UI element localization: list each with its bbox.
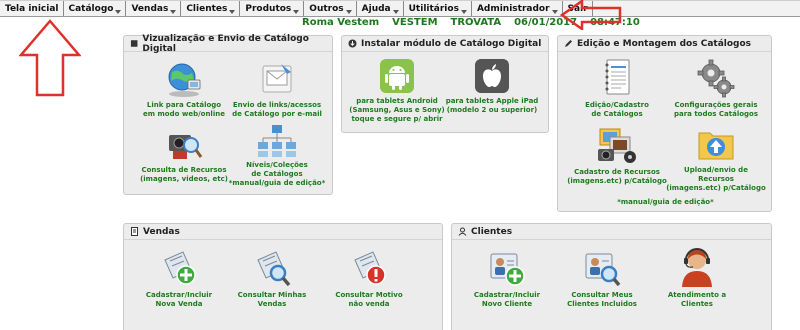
menu-label: Outros (309, 3, 344, 14)
menu-label: Clientes (186, 3, 228, 14)
tile-upload-recursos[interactable]: Upload/envio de Recursos (imagens.etc) p… (661, 125, 771, 193)
tile-motivo-nao-venda[interactable]: Consultar Motivo não venda (314, 248, 424, 309)
menu-tela-inicial[interactable]: Tela inicial (0, 1, 64, 16)
globe-link-icon (168, 63, 201, 97)
top-menu-bar: Tela inicial Catálogo Vendas Clientes Pr… (0, 0, 800, 17)
chevron-down-icon (229, 9, 236, 14)
tile-novo-cliente[interactable]: Cadastrar/Incluir Novo Cliente (452, 248, 562, 309)
panel-header: Vizualização e Envio de Catálogo Digital (124, 33, 332, 54)
panel-title: Instalar módulo de Catálogo Digital (361, 38, 542, 49)
menu-clientes[interactable]: Clientes (181, 1, 241, 16)
tile-label: Consultar Meus Clientes Incluidos (567, 291, 637, 308)
notebook-icon (605, 59, 630, 95)
menu-filler (593, 1, 800, 16)
tile-meus-clientes[interactable]: Consultar Meus Clientes Incluidos (547, 248, 657, 309)
upload-folder-icon (698, 132, 734, 160)
pencil-icon (565, 40, 572, 47)
no-sale-icon (354, 251, 386, 285)
menu-vendas[interactable]: Vendas (126, 1, 182, 16)
chevron-down-icon (170, 9, 177, 14)
media-resources-icon (598, 128, 636, 163)
menu-label: Tela inicial (5, 3, 59, 14)
tile-label: Configurações gerais para todos Catálogo… (673, 101, 759, 118)
support-agent-icon (682, 248, 712, 287)
panel-sales: Vendas Cadastrar/Incluir Nova Venda Cons… (123, 223, 443, 330)
menu-ajuda[interactable]: Ajuda (357, 1, 404, 16)
menu-produtos[interactable]: Produtos (240, 1, 305, 16)
tile-configuracoes-gerais[interactable]: Configurações gerais para todos Catálogo… (661, 58, 771, 119)
panel-catalog-edit: Edição e Montagem dos Catálogos Edição/C… (557, 35, 772, 212)
tile-cadastro-recursos[interactable]: Cadastro de Recursos (imagens.etc) p/Cat… (562, 125, 672, 186)
chevron-down-icon (345, 9, 352, 14)
tile-label: Consultar Minhas Vendas (237, 291, 307, 308)
chevron-down-icon (293, 9, 300, 14)
user-icon (458, 227, 467, 236)
tile-label: para tablets Android (Samsung, Asus e So… (349, 97, 445, 123)
download-circle-icon (348, 39, 357, 48)
tile-label: Níveis/Coleções de Catálogos *manual/gui… (228, 161, 326, 187)
document-icon (131, 227, 138, 236)
menu-utilitarios[interactable]: Utilitários (404, 1, 472, 16)
panel-header: Clientes (452, 224, 771, 240)
chevron-down-icon (392, 9, 399, 14)
search-client-icon (585, 253, 621, 287)
panel-header: Edição e Montagem dos Catálogos (558, 36, 771, 52)
chevron-down-icon (551, 9, 558, 14)
tile-minhas-vendas[interactable]: Consultar Minhas Vendas (217, 248, 327, 309)
tile-edicao-cadastro[interactable]: Edição/Cadastro de Catálogos (562, 58, 672, 119)
user-name: TROVATA (450, 17, 502, 28)
tile-label: Consultar Motivo não venda (335, 291, 403, 308)
menu-label: Produtos (245, 3, 292, 14)
menu-outros[interactable]: Outros (304, 1, 357, 16)
menu-label: Ajuda (361, 3, 391, 14)
company-code: VESTEM (392, 17, 438, 28)
red-arrow-up-icon (19, 19, 81, 97)
panel-header: Vendas (124, 224, 442, 240)
tile-envio-email[interactable]: Envio de links/acessos de Catálogo por e… (222, 60, 332, 119)
tile-android[interactable]: para tablets Android (Samsung, Asus e So… (342, 58, 452, 124)
search-sale-icon (257, 251, 291, 287)
tile-label: Upload/envio de Recursos (imagens.etc) p… (666, 166, 766, 192)
panel-title: Vizualização e Envio de Catálogo Digital (142, 33, 309, 54)
tile-label: Cadastrar/Incluir Novo Cliente (473, 291, 541, 308)
panel-title: Vendas (143, 226, 180, 237)
panel-header: Instalar módulo de Catálogo Digital (342, 36, 548, 52)
email-envelope-icon (262, 64, 292, 93)
add-sale-icon (164, 251, 196, 285)
tile-atendimento-clientes[interactable]: Atendimento a Clientes (642, 246, 752, 309)
red-arrow-left-icon (560, 0, 622, 30)
menu-label: Vendas (131, 3, 169, 14)
menu-label: Catálogo (68, 3, 114, 14)
panel-title: Clientes (471, 226, 513, 237)
tile-apple[interactable]: para tablets Apple iPad (modelo 2 ou sup… (437, 58, 547, 115)
menu-label: Administrador (476, 3, 550, 14)
panel-install-module: Instalar módulo de Catálogo Digital para… (341, 35, 549, 133)
tile-label: Atendimento a Clientes (667, 291, 727, 308)
apple-icon (475, 59, 509, 93)
menu-administrador[interactable]: Administrador (472, 1, 563, 16)
add-client-icon (490, 253, 525, 286)
chevron-down-icon (115, 9, 122, 14)
android-icon (380, 59, 414, 93)
tile-niveis-colecoes[interactable]: Níveis/Coleções de Catálogos *manual/gui… (222, 124, 332, 188)
menu-label: Utilitários (408, 3, 459, 14)
panel-clients: Clientes Cadastrar/Incluir Novo Cliente … (451, 223, 772, 330)
hierarchy-icon (258, 125, 296, 157)
camera-magnifier-icon (169, 135, 203, 159)
tile-label: Edição/Cadastro de Catálogos (585, 101, 649, 118)
chevron-down-icon (460, 9, 467, 14)
company-name: Roma Vestem (302, 17, 380, 28)
tile-label: Envio de links/acessos de Catálogo por e… (232, 101, 322, 118)
square-icon (130, 40, 138, 47)
manual-guide-note: *manual/guia de edição* (617, 198, 714, 206)
tile-label: Cadastro de Recursos (imagens.etc) p/Cat… (567, 168, 667, 185)
gears-icon (697, 59, 735, 98)
panel-title: Edição e Montagem dos Catálogos (577, 38, 752, 49)
panel-catalog-view: Vizualização e Envio de Catálogo Digital… (123, 33, 333, 195)
menu-catalogo[interactable]: Catálogo (64, 1, 127, 16)
tile-label: para tablets Apple iPad (modelo 2 ou sup… (445, 97, 539, 114)
